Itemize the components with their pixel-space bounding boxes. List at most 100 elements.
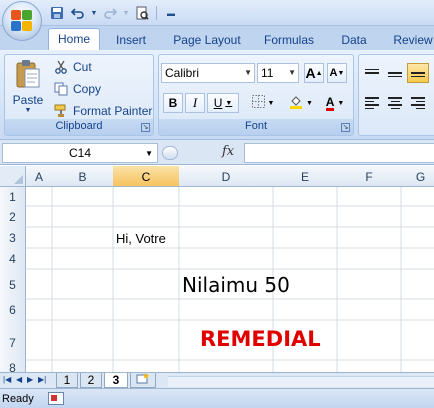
top-align-button[interactable] [361,63,383,83]
middle-align-icon [388,69,402,78]
align-right-button[interactable] [407,93,429,113]
redo-dropdown-icon[interactable]: ▼ [122,4,130,22]
chevron-down-icon: ▼ [306,99,313,107]
clipboard-group-label: Clipboard [5,119,153,135]
horizontal-scrollbar[interactable] [168,376,434,387]
row-header[interactable]: 8 [0,360,26,372]
bottom-align-icon [411,69,425,78]
insert-sheet-button[interactable] [130,373,156,388]
column-header[interactable]: G [401,166,434,187]
row-header[interactable]: 6 [0,299,26,321]
office-button[interactable] [2,1,42,41]
clipboard-group: Paste ▼ Cut Copy Format Painter Clipboar… [4,54,154,136]
alignment-group [358,54,434,136]
tab-review[interactable]: Review [388,30,434,50]
italic-button[interactable]: I [185,93,205,113]
cell-d5[interactable]: Nilaimu 50 [182,273,290,297]
undo-icon[interactable] [69,4,87,22]
tab-formulas[interactable]: Formulas [258,30,320,50]
bottom-align-button[interactable] [407,63,429,83]
underline-label: U [213,96,223,110]
next-sheet-icon[interactable]: ▶ [27,375,33,384]
status-bar: Ready [0,388,434,408]
grow-font-label: A [305,65,316,81]
macro-record-icon[interactable] [48,392,64,405]
align-right-icon [411,97,425,109]
prev-sheet-icon[interactable]: ◀ [16,375,22,384]
column-header[interactable]: E [273,166,338,187]
formula-input[interactable] [244,143,434,163]
row-header[interactable]: 5 [0,269,26,300]
name-box-value: C14 [68,146,91,160]
tab-page-layout[interactable]: Page Layout [166,30,248,50]
last-sheet-icon[interactable]: ▶| [38,375,46,384]
chevron-down-icon: ▼ [244,68,252,77]
borders-button[interactable]: ▼ [247,93,279,113]
row-header[interactable]: 7 [0,320,26,361]
chevron-down-icon: ▼ [145,149,153,158]
print-preview-icon[interactable] [133,4,151,22]
paste-label: Paste [12,93,44,107]
chevron-down-icon: ▼ [337,99,345,107]
save-icon[interactable] [48,4,66,22]
middle-align-button[interactable] [384,63,406,83]
select-all-corner[interactable] [0,166,26,187]
shrink-font-button[interactable]: A ▼ [327,63,347,83]
clipboard-launcher-icon[interactable]: ↘ [141,123,150,132]
format-painter-button[interactable]: Format Painter [53,101,152,121]
row-header[interactable]: 4 [0,248,26,270]
font-size-select[interactable]: 11 ▼ [257,63,299,83]
formula-controls: fx [160,142,242,164]
bold-label: B [168,96,178,110]
shrink-font-arrow-icon: ▼ [337,69,345,77]
tab-insert[interactable]: Insert [108,30,154,50]
bold-button[interactable]: B [163,93,183,113]
paste-button[interactable]: Paste ▼ [9,57,47,119]
align-center-button[interactable] [384,93,406,113]
sheet-tab[interactable]: 1 [56,373,78,388]
customize-icon[interactable]: ▬ [162,4,180,22]
column-header[interactable]: A [26,166,53,187]
column-header[interactable]: D [179,166,274,187]
copy-icon [53,81,69,97]
redo-icon[interactable] [101,4,119,22]
font-name-select[interactable]: Calibri ▼ [161,63,255,83]
insert-function-button[interactable]: fx [222,144,234,159]
underline-button[interactable]: U ▼ [207,93,239,113]
cut-button[interactable]: Cut [53,57,92,77]
column-header[interactable]: C [113,166,180,187]
formula-bar: C14 ▼ fx [0,140,434,165]
name-box[interactable]: C14 ▼ [2,143,158,163]
title-bar: ▼ ▼ ▬ [0,0,434,26]
font-name-value: Calibri [165,66,200,80]
borders-icon [251,95,265,111]
chevron-down-icon: ▼ [267,99,275,107]
row-header[interactable]: 1 [0,187,26,207]
cell-d7[interactable]: REMEDIAL [200,327,321,351]
office-logo-icon [11,10,33,32]
font-launcher-icon[interactable]: ↘ [341,123,350,132]
font-group: Calibri ▼ 11 ▼ A ▲ A ▼ B I U ▼ ▼ ▼ A ▼ F… [158,54,354,136]
formula-bar-resize-handle[interactable] [162,146,178,160]
row-header[interactable]: 3 [0,227,26,249]
align-center-icon [388,97,402,109]
grow-font-button[interactable]: A ▲ [304,63,324,83]
sheet-tab-active[interactable]: 3 [104,373,128,388]
tab-home[interactable]: Home [48,28,100,51]
first-sheet-icon[interactable]: |◀ [3,375,11,384]
cell-b3[interactable]: Hi, Votre [116,231,166,246]
tab-data[interactable]: Data [336,30,372,50]
copy-button[interactable]: Copy [53,79,101,99]
worksheet-grid[interactable]: A B C D E F G 1 2 3 4 5 6 7 8 Hi, Votre … [0,166,434,372]
align-left-button[interactable] [361,93,383,113]
font-color-button[interactable]: A ▼ [319,93,351,113]
fill-color-button[interactable]: ▼ [285,93,317,113]
row-header[interactable]: 2 [0,206,26,228]
undo-dropdown-icon[interactable]: ▼ [90,4,98,22]
scissors-icon [53,59,69,75]
sheet-tab[interactable]: 2 [80,373,102,388]
shrink-font-label: A [329,67,338,79]
column-header[interactable]: B [52,166,114,187]
column-header[interactable]: F [337,166,402,187]
grow-font-arrow-icon: ▲ [315,69,323,77]
